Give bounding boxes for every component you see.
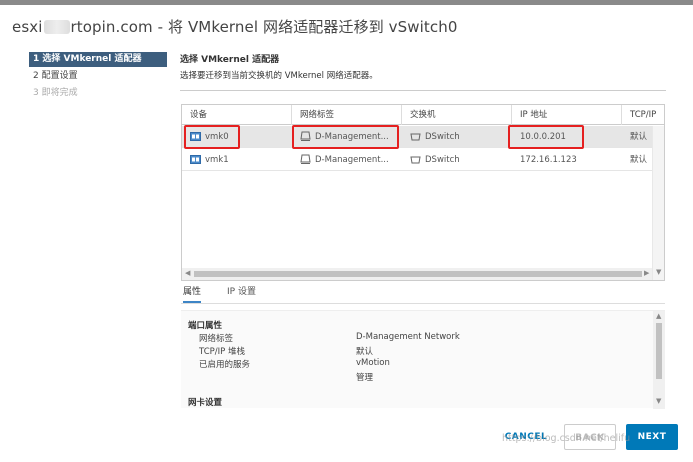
cell-network: D-Management... (292, 149, 402, 171)
cell-tcpip: 默认 (630, 132, 648, 142)
column-header-network[interactable]: 网络标签 (292, 105, 402, 125)
adapter-grid: 设备 网络标签 交换机 IP 地址 TCP/IP vmk0 D-Manageme… (181, 104, 665, 281)
highlight-box-ip (508, 125, 584, 149)
distributed-switch-icon (410, 156, 421, 164)
table-row[interactable]: vmk1 D-Management... DSwitch 172.16.1.12… (182, 149, 652, 171)
column-header-ip[interactable]: IP 地址 (512, 105, 622, 125)
next-button[interactable]: NEXT (626, 424, 678, 450)
highlight-box-network (292, 125, 399, 149)
properties-scroll-thumb[interactable] (656, 323, 662, 379)
scroll-down-arrow-icon[interactable]: ▼ (656, 268, 661, 276)
scroll-down-arrow-icon[interactable]: ▼ (656, 397, 661, 405)
grid-horizontal-scrollbar[interactable]: ◀ ▶ (182, 268, 652, 280)
redacted-hostname (43, 20, 70, 34)
tab-ip-settings[interactable]: IP 设置 (227, 284, 256, 303)
prop-value-network: D-Management Network (356, 332, 460, 342)
scroll-up-arrow-icon[interactable]: ▲ (656, 312, 661, 320)
detail-tabs: 属性 IP 设置 (181, 284, 665, 304)
cell-device: vmk1 (182, 149, 292, 171)
prop-label-services: 已启用的服务 (199, 360, 251, 370)
grid-header: 设备 网络标签 交换机 IP 地址 TCP/IP (182, 105, 664, 125)
tab-properties[interactable]: 属性 (183, 284, 202, 303)
cell-tcpip: 默认 (630, 155, 648, 165)
distributed-switch-icon (410, 133, 421, 141)
step-ready-to-complete: 3 即将完成 (33, 88, 78, 98)
scroll-right-arrow-icon[interactable]: ▶ (644, 269, 649, 277)
section-nic-settings: 网卡设置 (188, 398, 223, 408)
prop-value-services: vMotion (356, 358, 390, 368)
column-header-tcpip[interactable]: TCP/IP (622, 105, 664, 125)
prop-value-tcpip: 默认 (356, 347, 374, 357)
network-portgroup-icon (300, 154, 311, 164)
column-header-switch[interactable]: 交换机 (402, 105, 512, 125)
prop-label-network: 网络标签 (199, 334, 234, 344)
column-header-device[interactable]: 设备 (182, 105, 292, 125)
back-button[interactable]: BACK (564, 424, 616, 450)
horizontal-scroll-thumb[interactable] (194, 271, 642, 277)
step-header: 选择 VMkernel 适配器 选择要迁移到当前交换机的 VMkernel 网络… (180, 52, 666, 81)
step-configure[interactable]: 2 配置设置 (29, 69, 167, 84)
step-heading: 选择 VMkernel 适配器 (180, 55, 280, 65)
nic-icon (190, 155, 201, 164)
cancel-button[interactable]: CANCEL (496, 424, 556, 450)
wizard-steps: 1 选择 VMkernel 适配器 2 配置设置 3 即将完成 (29, 52, 167, 103)
scroll-left-arrow-icon[interactable]: ◀ (185, 269, 190, 277)
cell-switch: DSwitch (402, 126, 512, 148)
window-top-bar (0, 0, 693, 5)
dialog-title: esxi rtopin.com - 将 VMkernel 网络适配器迁移到 vSw… (12, 18, 458, 36)
section-port-properties: 端口属性 (188, 321, 223, 331)
grid-vertical-scrollbar[interactable]: ▼ (652, 126, 664, 280)
step-description: 选择要迁移到当前交换机的 VMkernel 网络适配器。 (180, 71, 378, 81)
cell-ip: 172.16.1.123 (520, 155, 577, 165)
step-select-adapter[interactable]: 1 选择 VMkernel 适配器 (29, 52, 167, 67)
prop-value-services-extra: 管理 (356, 373, 374, 383)
cell-switch: DSwitch (402, 149, 512, 171)
prop-label-tcpip: TCP/IP 堆栈 (199, 347, 245, 357)
properties-panel: 端口属性 网络标签 D-Management Network TCP/IP 堆栈… (181, 310, 665, 409)
highlight-box-device (184, 125, 240, 149)
header-divider (180, 90, 666, 91)
properties-scrollbar[interactable]: ▲ ▼ (653, 311, 665, 409)
dialog-footer: CANCEL BACK NEXT (0, 422, 693, 462)
